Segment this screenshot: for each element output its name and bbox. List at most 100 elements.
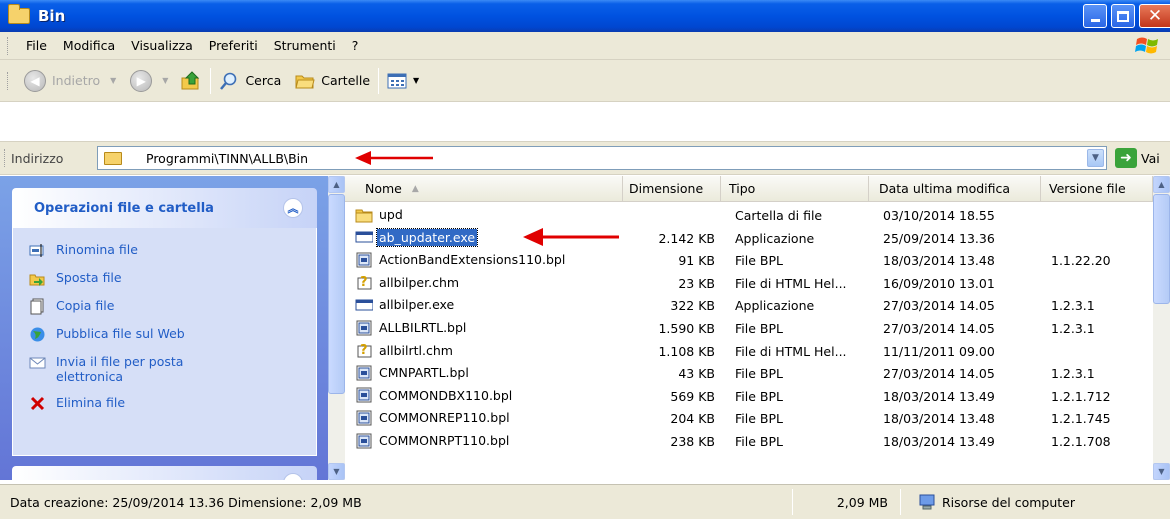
status-divider — [792, 489, 793, 515]
file-row[interactable]: ab_updater.exe 2.142 KB Applicazione 25/09/… — [345, 227, 1145, 249]
scroll-thumb[interactable] — [328, 194, 345, 394]
file-version: 1.1.22.20 — [1051, 253, 1111, 269]
file-name-cell[interactable]: ALLBILRTL.bpl — [355, 319, 468, 336]
task-move-file[interactable]: Sposta file — [29, 270, 306, 287]
file-name-cell[interactable]: COMMONRPT110.bpl — [355, 432, 511, 449]
file-name-cell[interactable]: COMMONREP110.bpl — [355, 409, 512, 426]
file-name-cell[interactable]: ? allbilrtl.chm — [355, 342, 455, 359]
standard-toolbar: ◀ Indietro ▼ ▶ ▼ Cerca Cartelle ▼ — [0, 60, 1170, 102]
file-row[interactable]: COMMONDBX110.bpl 569 KB File BPL 18/03/2014… — [345, 385, 1145, 407]
file-name: allbilper.exe — [379, 297, 455, 313]
title-bar[interactable]: Bin ✕ — [0, 0, 1170, 32]
go-arrow-icon: ➜ — [1115, 148, 1137, 168]
folders-button[interactable]: Cartelle — [295, 72, 370, 90]
scroll-up-button[interactable]: ▲ — [1153, 176, 1170, 193]
file-name: allbilper.chm — [379, 274, 460, 290]
windows-logo-icon — [1135, 37, 1158, 54]
task-copy-file[interactable]: Copia file — [29, 298, 306, 315]
file-version: 1.2.3.1 — [1051, 366, 1095, 382]
file-row[interactable]: COMMONREP110.bpl 204 KB File BPL 18/03/2014… — [345, 407, 1145, 429]
task-label: Invia il file per posta elettronica — [56, 354, 184, 384]
file-version: 1.2.3.1 — [1051, 321, 1095, 336]
go-label: Vai — [1141, 150, 1160, 166]
other-places-header[interactable] — [12, 466, 317, 480]
file-version: 1.2.1.712 — [1051, 388, 1111, 404]
file-row[interactable]: ? allbilrtl.chm 1.108 KB File di HTML Hel..… — [345, 340, 1145, 362]
column-header-modified[interactable]: Data ultima modifica — [869, 176, 1041, 202]
views-button[interactable]: ▼ — [387, 73, 419, 89]
scroll-thumb[interactable] — [1153, 194, 1170, 304]
task-publish-web[interactable]: Pubblica file sul Web — [29, 326, 306, 343]
file-name: upd — [379, 207, 403, 222]
file-modified: 18/03/2014 13.48 — [883, 411, 995, 427]
column-version-label: Versione file — [1049, 181, 1126, 196]
file-name: ALLBILRTL.bpl — [379, 320, 467, 335]
annotation-arrow-icon — [355, 151, 433, 165]
folder-icon — [355, 209, 373, 222]
minimize-button[interactable] — [1083, 4, 1107, 28]
file-row[interactable]: upd Cartella di file 03/10/2014 18.55 — [345, 204, 1145, 226]
column-type-label: Tipo — [729, 181, 756, 196]
column-header-type[interactable]: Tipo — [721, 176, 869, 202]
toolbar-grip[interactable] — [4, 149, 7, 167]
back-button[interactable]: ◀ Indietro ▼ — [24, 69, 116, 92]
column-header-version[interactable]: Versione file — [1041, 176, 1153, 202]
task-pane: Operazioni file e cartella ︽ Rinomina fi… — [0, 176, 328, 480]
task-delete-file[interactable]: Elimina file — [29, 395, 306, 412]
column-header-name[interactable]: Nome ▲ — [345, 176, 623, 202]
close-icon: ✕ — [1147, 6, 1163, 26]
file-name-cell[interactable]: ? allbilper.chm — [355, 274, 461, 291]
file-name-cell[interactable]: ActionBandExtensions110.bpl — [355, 251, 567, 268]
maximize-button[interactable] — [1111, 4, 1135, 28]
address-input[interactable]: Programmi\TINN\ALLB\Bin ▼ — [97, 146, 1107, 170]
close-button[interactable]: ✕ — [1139, 4, 1170, 28]
scroll-down-button[interactable]: ▼ — [1153, 463, 1170, 480]
menu-strumenti[interactable]: Strumenti — [274, 38, 336, 53]
file-row[interactable]: ActionBandExtensions110.bpl 91 KB File BPL… — [345, 249, 1145, 271]
file-row[interactable]: allbilper.exe 322 KB Applicazione 27/03/201… — [345, 294, 1145, 316]
toolbar-grip[interactable] — [7, 71, 10, 90]
file-name-cell[interactable]: COMMONDBX110.bpl — [355, 387, 514, 404]
file-name-cell[interactable]: allbilper.exe — [355, 296, 456, 313]
exe-icon — [355, 299, 373, 311]
status-file-info: Data creazione: 25/09/2014 13.36 Dimensi… — [10, 495, 362, 510]
file-row[interactable]: ALLBILRTL.bpl 1.590 KB File BPL 27/03/2014 … — [345, 317, 1145, 339]
file-row[interactable]: COMMONRPT110.bpl 238 KB File BPL 18/03/2014… — [345, 430, 1145, 452]
file-type: File di HTML Hel... — [735, 275, 847, 291]
go-button[interactable]: ➜ Vai — [1115, 148, 1160, 168]
file-name: COMMONDBX110.bpl — [379, 387, 513, 403]
menu-file[interactable]: File — [26, 38, 47, 53]
folders-icon — [295, 75, 315, 88]
file-row[interactable]: CMNPARTL.bpl 43 KB File BPL 27/03/2014 14.0… — [345, 362, 1145, 384]
maximize-icon — [1117, 10, 1129, 22]
file-size: 569 KB — [670, 388, 715, 404]
menu-visualizza[interactable]: Visualizza — [131, 38, 193, 53]
forward-button[interactable]: ▶ ▼ — [130, 69, 168, 92]
file-row[interactable]: ? allbilper.chm 23 KB File di HTML Hel... 16… — [345, 272, 1145, 294]
expand-icon[interactable] — [283, 473, 303, 480]
toolbar-grip[interactable] — [7, 36, 10, 55]
collapse-icon[interactable]: ︽ — [283, 198, 303, 218]
file-tasks-header[interactable]: Operazioni file e cartella ︽ — [12, 188, 317, 228]
search-button[interactable]: Cerca — [219, 71, 281, 91]
menu-modifica[interactable]: Modifica — [63, 38, 115, 53]
menu-preferiti[interactable]: Preferiti — [209, 38, 258, 53]
up-folder-button[interactable] — [180, 70, 202, 92]
column-header-size[interactable]: Dimensione — [623, 176, 721, 202]
task-pane-scrollbar[interactable]: ▲ ▼ — [328, 176, 345, 480]
task-label: Copia file — [56, 298, 115, 313]
file-list-scrollbar[interactable]: ▲ ▼ — [1153, 176, 1170, 480]
scroll-down-button[interactable]: ▼ — [328, 463, 345, 480]
address-dropdown-button[interactable]: ▼ — [1087, 149, 1104, 167]
file-name: allbilrtl.chm — [379, 342, 453, 358]
scroll-up-button[interactable]: ▲ — [328, 176, 345, 193]
task-label: Sposta file — [56, 270, 122, 285]
file-name-cell[interactable]: ab_updater.exe — [355, 227, 479, 247]
file-type: File BPL — [735, 253, 783, 269]
task-rename-file[interactable]: Rinomina file — [29, 242, 306, 259]
folders-label: Cartelle — [321, 73, 371, 88]
menu-help[interactable]: ? — [352, 38, 359, 53]
file-name-cell[interactable]: upd — [355, 206, 405, 223]
file-name-cell[interactable]: CMNPARTL.bpl — [355, 364, 471, 381]
task-email-file[interactable]: Invia il file per posta elettronica — [29, 354, 306, 384]
